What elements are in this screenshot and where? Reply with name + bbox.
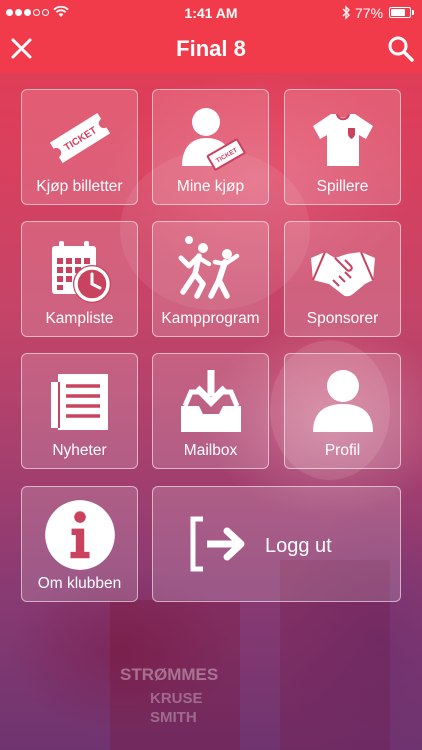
battery-tip	[412, 10, 414, 15]
menu-tile-players[interactable]: Spillere	[284, 89, 401, 205]
menu-label: Kjøp billetter	[36, 178, 123, 195]
handball-players-icon	[178, 236, 239, 299]
menu-tile-profile[interactable]: Profil	[284, 353, 401, 469]
ticket-icon: TICKET	[49, 112, 110, 164]
search-icon[interactable]	[386, 34, 416, 64]
menu-label: Logg ut	[265, 535, 332, 557]
menu-label: Mine kjøp	[176, 178, 245, 195]
menu-label: Kampliste	[45, 310, 114, 327]
menu-tile-mailbox[interactable]: Mailbox	[152, 353, 269, 469]
bluetooth-icon	[342, 5, 350, 20]
svg-text:KRUSE: KRUSE	[150, 690, 203, 707]
menu-label: Mailbox	[183, 442, 238, 459]
battery-icon	[389, 7, 411, 18]
battery-percent: 77%	[355, 5, 384, 21]
svg-text:STRØMMES: STRØMMES	[120, 665, 218, 684]
inbox-icon	[180, 370, 241, 432]
svg-text:SMITH: SMITH	[150, 709, 197, 726]
logout-icon	[190, 516, 245, 572]
menu-tile-about-club[interactable]: Om klubben	[21, 486, 138, 602]
profile-icon	[312, 370, 373, 432]
menu-tile-news[interactable]: Nyheter	[21, 353, 138, 469]
jersey-icon	[312, 113, 373, 166]
menu-label: Spillere	[316, 178, 369, 195]
menu-tile-buy-tickets[interactable]: TICKET Kjøp billetter	[21, 89, 138, 205]
handshake-icon	[310, 251, 375, 297]
info-icon	[44, 500, 115, 570]
menu-tile-my-purchases[interactable]: TICKET Mine kjøp	[152, 89, 269, 205]
menu-label: Profil	[324, 442, 361, 459]
menu-tile-match-list[interactable]: Kampliste	[21, 221, 138, 337]
calendar-clock-icon	[51, 241, 111, 303]
menu-label: Kampprogram	[161, 310, 260, 327]
menu-tile-logout[interactable]: Logg ut	[152, 486, 401, 602]
status-bar: 1:41 AM 77%	[0, 0, 422, 26]
news-icon	[50, 374, 108, 430]
menu-label: Nyheter	[52, 442, 107, 459]
nav-bar: Final 8	[0, 26, 422, 73]
menu-tile-sponsors[interactable]: Sponsorer	[284, 221, 401, 337]
page-title: Final 8	[176, 36, 246, 61]
user-ticket-icon: TICKET	[181, 108, 245, 171]
menu-tile-match-program[interactable]: Kampprogram	[152, 221, 269, 337]
menu-label: Sponsorer	[306, 310, 379, 327]
menu-label: Om klubben	[37, 575, 122, 592]
battery-level	[391, 9, 405, 16]
